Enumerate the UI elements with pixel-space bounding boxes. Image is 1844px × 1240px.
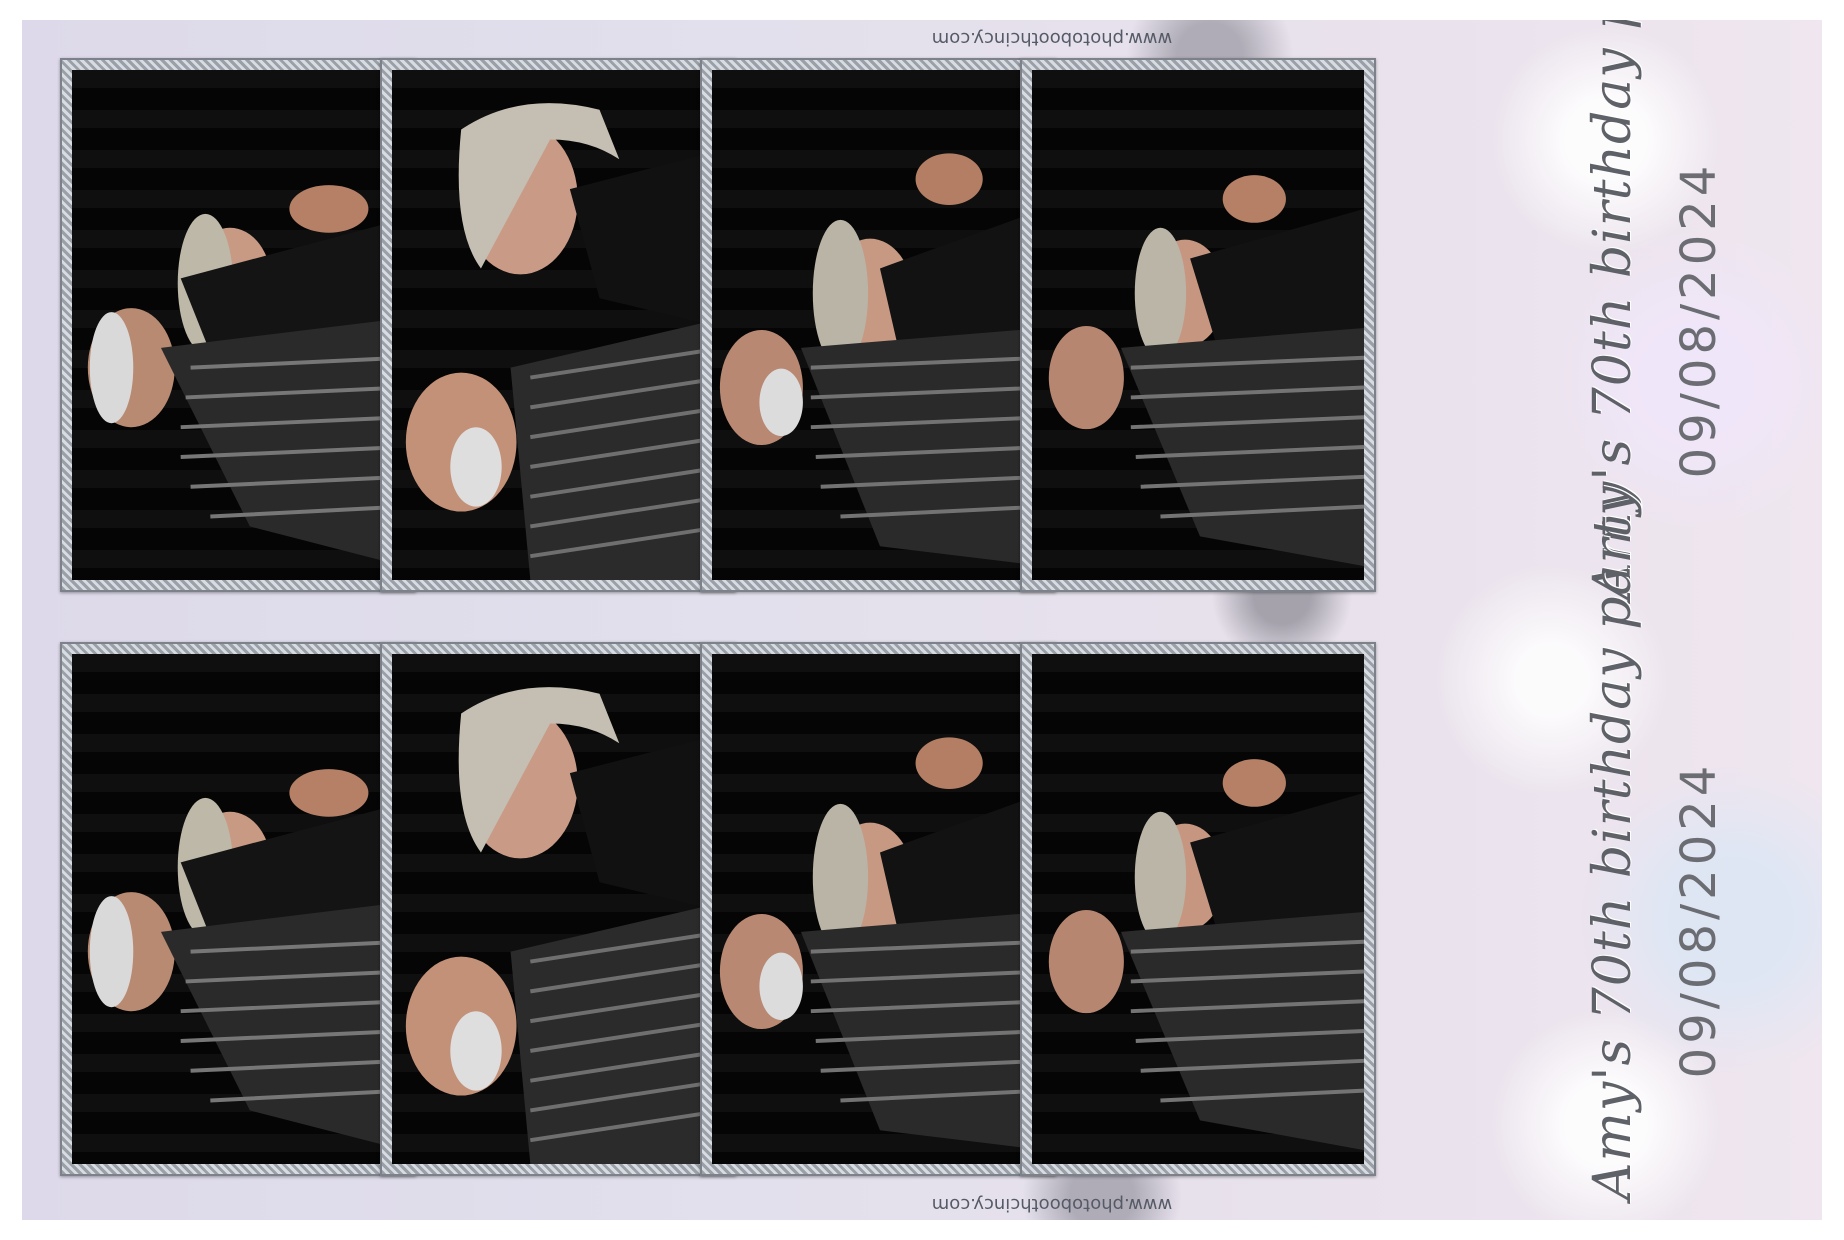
photo-couple-8 <box>1032 654 1364 1164</box>
watermark-top: www.photoboothcincy.com <box>931 28 1173 49</box>
photo-couple-6 <box>392 654 724 1164</box>
event-date: 09/08/2024 <box>1671 161 1727 479</box>
photo-frame-6 <box>380 642 736 1176</box>
photo-couple-2 <box>392 70 724 580</box>
photo-couple-1 <box>72 70 404 580</box>
strip-caption-bottom: Amy's 70th birthday party 09/08/2024 <box>1552 485 1822 1220</box>
photo-strip-sheet: www.photoboothcincy.com Amy's 70th birth… <box>22 20 1822 1220</box>
photo-frame-2 <box>380 58 736 592</box>
photo-frame-4 <box>1020 58 1376 592</box>
photo-couple-4 <box>1032 70 1364 580</box>
event-date: 09/08/2024 <box>1671 761 1727 1079</box>
photo-frame-5 <box>60 642 416 1176</box>
photo-frame-7 <box>700 642 1056 1176</box>
photo-frame-3 <box>700 58 1056 592</box>
event-title: Amy's 70th birthday party <box>1583 485 1643 1200</box>
photo-strip-top: www.photoboothcincy.com Amy's 70th birth… <box>22 20 1822 620</box>
photo-couple-7 <box>712 654 1044 1164</box>
photo-frame-1 <box>60 58 416 592</box>
watermark-bottom: www.photoboothcincy.com <box>931 1194 1173 1215</box>
photo-strip-bottom: www.photoboothcincy.com Amy's 70th birth… <box>22 485 1822 1220</box>
photo-couple-5 <box>72 654 404 1164</box>
photo-couple-3 <box>712 70 1044 580</box>
photo-frame-8 <box>1020 642 1376 1176</box>
